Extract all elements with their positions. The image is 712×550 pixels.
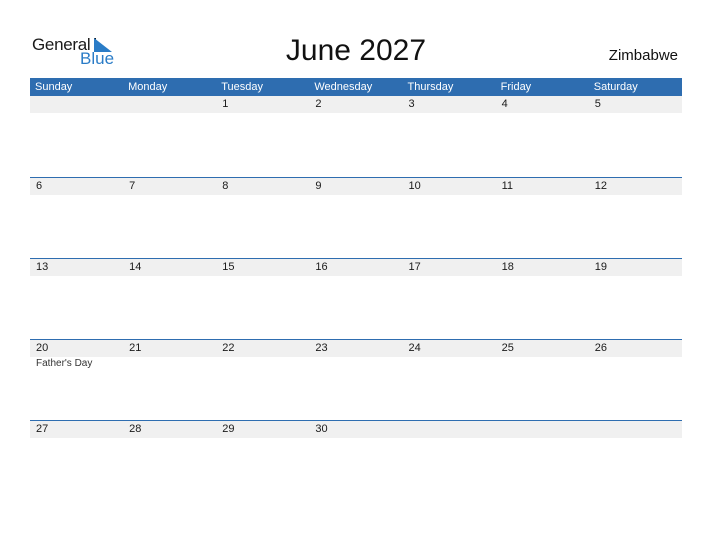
day-cell: 3: [403, 96, 496, 114]
day-number: [129, 96, 216, 113]
day-cell: 10: [403, 178, 496, 196]
country-label: Zimbabwe: [608, 47, 678, 64]
day-number: 4: [501, 98, 508, 110]
week-row: 27 28 29 30: [30, 420, 682, 501]
day-number: 27: [36, 423, 49, 435]
day-cell: 17: [403, 259, 496, 277]
day-number: [595, 421, 682, 438]
weekday-monday: Monday: [128, 81, 168, 93]
day-number: 18: [501, 261, 514, 273]
day-cell: 27: [30, 421, 123, 439]
weekday-wednesday: Wednesday: [314, 81, 373, 93]
day-number: 19: [594, 261, 607, 273]
weekday-saturday: Saturday: [593, 81, 638, 93]
day-cell: 13: [30, 259, 123, 277]
day-number: 5: [594, 98, 601, 110]
day-cell: 9: [309, 178, 402, 196]
weekday-thursday: Thursday: [407, 81, 454, 93]
day-number: 9: [315, 180, 322, 192]
day-cell: 21: [123, 340, 216, 369]
holiday-label: Father's Day: [36, 358, 93, 369]
day-cell: 5: [589, 96, 682, 114]
weekday-tuesday: Tuesday: [221, 81, 264, 93]
day-cell: 30: [309, 421, 402, 439]
day-number: 13: [36, 261, 49, 273]
day-number: 24: [408, 342, 421, 354]
day-number: 6: [36, 180, 43, 192]
day-number: 1: [222, 98, 229, 110]
calendar-weeks: 1 2 3 4 5 6 7 8 9 10 11 12 13 14 15 16 17 18 19 20 Father's …: [30, 96, 682, 501]
day-cell: 23: [309, 340, 402, 369]
day-cell: 8: [216, 178, 309, 196]
week-cells: 27 28 29 30: [30, 421, 682, 439]
day-cell: 4: [496, 96, 589, 114]
day-cell: 16: [309, 259, 402, 277]
day-number: 8: [222, 180, 229, 192]
week-cells: 13 14 15 16 17 18 19: [30, 259, 682, 277]
day-number: 20: [36, 342, 49, 354]
day-number: 22: [222, 342, 235, 354]
calendar-grid: Sunday Monday Tuesday Wednesday Thursday Frid…: [30, 78, 682, 501]
day-cell: [403, 421, 496, 439]
day-number: 7: [129, 180, 136, 192]
day-cell: [123, 96, 216, 114]
day-number: 29: [222, 423, 235, 435]
day-cell: 11: [496, 178, 589, 196]
weekday-header: Sunday Monday Tuesday Wednesday Thursday Frid…: [30, 78, 682, 96]
page-title: June 2027: [285, 34, 427, 67]
day-cell: 18: [496, 259, 589, 277]
week-cells: 6 7 8 9 10 11 12: [30, 178, 682, 196]
day-cell: 2: [309, 96, 402, 114]
day-number: 26: [594, 342, 607, 354]
weekday-friday: Friday: [500, 81, 532, 93]
day-cell: 12: [589, 178, 682, 196]
day-number: 23: [315, 342, 328, 354]
day-cell: [496, 421, 589, 439]
day-cell: [30, 96, 123, 114]
day-cell: 25: [496, 340, 589, 369]
day-number: 16: [315, 261, 328, 273]
day-cell: 26: [589, 340, 682, 369]
day-number: 3: [408, 98, 415, 110]
day-cell: 20 Father's Day: [30, 340, 123, 369]
day-cell: 7: [123, 178, 216, 196]
week-row: 6 7 8 9 10 11 12: [30, 177, 682, 258]
week-cells: 1 2 3 4 5: [30, 96, 682, 114]
day-number: 11: [501, 180, 514, 192]
day-number: [409, 421, 496, 438]
day-number: 10: [408, 180, 421, 192]
day-number: 30: [315, 423, 328, 435]
day-cell: 1: [216, 96, 309, 114]
day-number: 12: [594, 180, 607, 192]
day-cell: 19: [589, 259, 682, 277]
day-number: 28: [129, 423, 142, 435]
day-cell: 22: [216, 340, 309, 369]
day-number: 21: [129, 342, 142, 354]
day-cell: [589, 421, 682, 439]
day-cell: 6: [30, 178, 123, 196]
day-number: 2: [315, 98, 322, 110]
week-row: 13 14 15 16 17 18 19: [30, 258, 682, 339]
day-number: [502, 421, 589, 438]
day-number: 17: [408, 261, 421, 273]
weekday-sunday: Sunday: [35, 81, 73, 93]
week-row: 20 Father's Day 21 22 23 24 25 26: [30, 339, 682, 420]
day-cell: 24: [403, 340, 496, 369]
day-number: [36, 96, 123, 113]
day-cell: 28: [123, 421, 216, 439]
week-row: 1 2 3 4 5: [30, 96, 682, 177]
day-cell: 15: [216, 259, 309, 277]
day-number: 25: [501, 342, 514, 354]
day-number: 15: [222, 261, 235, 273]
day-cell: 14: [123, 259, 216, 277]
week-cells: 20 Father's Day 21 22 23 24 25 26: [30, 340, 682, 369]
day-number: 14: [129, 261, 142, 273]
day-cell: 29: [216, 421, 309, 439]
